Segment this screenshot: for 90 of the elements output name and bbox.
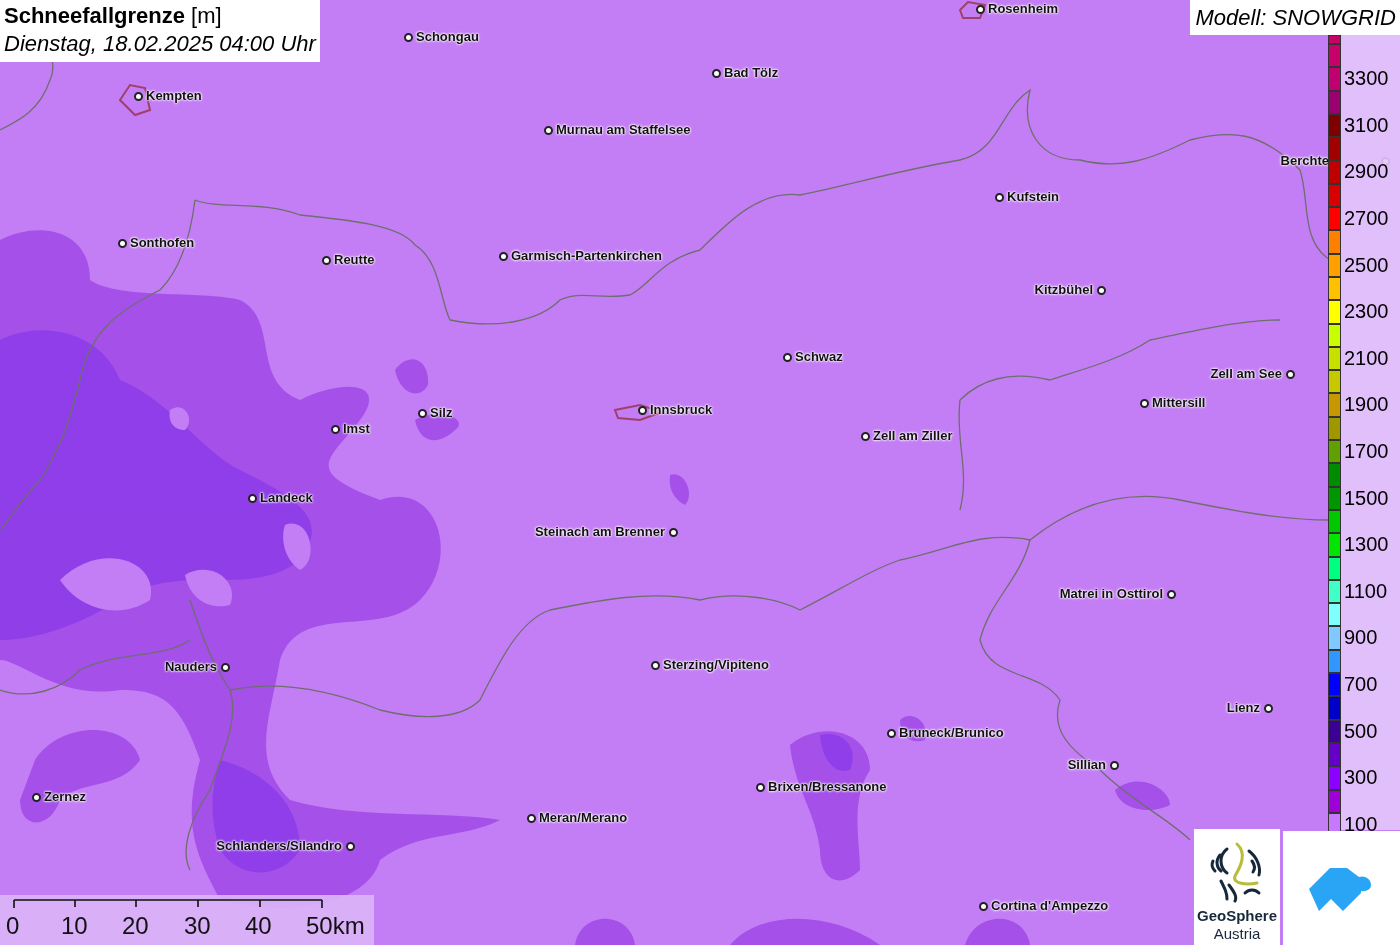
- city-label: Sterzing/Vipiteno: [663, 658, 769, 671]
- city-label: Berchte: [1280, 154, 1329, 167]
- logo-name: GeoSphere: [1197, 907, 1277, 925]
- legend-value: 2900: [1344, 159, 1389, 184]
- city-marker-icon: [134, 92, 143, 101]
- city-marker-icon: [651, 661, 660, 670]
- city-marker-icon: [1286, 370, 1295, 379]
- legend-value: 2500: [1344, 252, 1389, 277]
- city-label: Landeck: [260, 491, 313, 504]
- legend-value: 300: [1344, 765, 1378, 790]
- city-label: Bruneck/Brunico: [899, 726, 1004, 739]
- city-label: Kufstein: [1007, 190, 1059, 203]
- city-label: Innsbruck: [650, 403, 713, 416]
- scale-bar-icon: [13, 899, 323, 909]
- city-label: Zell am Ziller: [873, 429, 953, 442]
- legend-value: 1900: [1344, 392, 1389, 417]
- legend-value: 500: [1344, 718, 1378, 743]
- city-label: Kempten: [146, 89, 202, 102]
- city-label: Nauders: [164, 660, 217, 673]
- city-label: Imst: [343, 422, 370, 435]
- city-label: Bad Tölz: [724, 66, 779, 79]
- city-label: Rosenheim: [988, 2, 1059, 15]
- city-label: Sonthofen: [130, 236, 195, 249]
- city-marker-icon: [248, 494, 257, 503]
- city-label: Matrei in Osttirol: [1059, 587, 1163, 600]
- city-marker-icon: [861, 432, 870, 441]
- city-marker-icon: [756, 783, 765, 792]
- city-marker-icon: [544, 126, 553, 135]
- map-date: Dienstag, 18.02.2025 04:00 Uhr: [4, 30, 316, 58]
- legend-value: 100: [1344, 811, 1378, 836]
- city-label: Silz: [430, 406, 453, 419]
- city-marker-icon: [712, 69, 721, 78]
- city-label: Sillian: [1067, 758, 1106, 771]
- legend-value: 1100: [1344, 578, 1387, 603]
- city-marker-icon: [404, 33, 413, 42]
- city-marker-icon: [1140, 399, 1149, 408]
- legend-value: 2100: [1344, 345, 1389, 370]
- city-label: Schongau: [416, 30, 479, 43]
- city-label: Meran/Merano: [539, 811, 628, 824]
- city-label: Cortina d'Ampezzo: [991, 899, 1109, 912]
- legend-value: 1500: [1344, 485, 1389, 510]
- scale-label: 0: [6, 912, 20, 940]
- city-label: Schlanders/Silandro: [216, 839, 342, 852]
- city-marker-icon: [1264, 704, 1273, 713]
- city-marker-icon: [221, 663, 230, 672]
- legend-value: 900: [1344, 625, 1378, 650]
- city-label: Mittersill: [1152, 396, 1206, 409]
- city-label: Lienz: [1226, 701, 1260, 714]
- city-marker-icon: [995, 193, 1004, 202]
- city-label: Reutte: [334, 253, 375, 266]
- map-title: Schneefallgrenze [m]: [4, 2, 223, 30]
- city-marker-icon: [979, 902, 988, 911]
- legend-value: 2300: [1344, 299, 1389, 324]
- city-marker-icon: [887, 729, 896, 738]
- city-marker-icon: [331, 425, 340, 434]
- city-label: Schwaz: [795, 350, 843, 363]
- legend-value: 1700: [1344, 439, 1389, 464]
- model-label: Modell: SNOWGRID: [1189, 0, 1400, 35]
- scale-label: 10: [61, 912, 88, 940]
- city-marker-icon: [783, 353, 792, 362]
- scale-label: 30: [184, 912, 211, 940]
- legend-value: 1300: [1344, 532, 1389, 557]
- city-marker-icon: [1097, 286, 1106, 295]
- city-label: Brixen/Bressanone: [768, 780, 887, 793]
- city-marker-icon: [346, 842, 355, 851]
- city-marker-icon: [976, 5, 985, 14]
- city-marker-icon: [418, 409, 427, 418]
- city-label: Zernez: [44, 790, 86, 803]
- legend-value: 2700: [1344, 206, 1389, 231]
- legend-value: 3100: [1344, 112, 1389, 137]
- logo-subname: Austria: [1213, 925, 1261, 943]
- scale-label: 50km: [306, 912, 365, 940]
- city-marker-icon: [499, 252, 508, 261]
- city-marker-icon: [1167, 590, 1176, 599]
- city-marker-icon: [638, 406, 647, 415]
- city-label: Kitzbühel: [1034, 283, 1093, 296]
- city-label: Garmisch-Partenkirchen: [511, 249, 662, 262]
- legend-value: 3300: [1344, 66, 1389, 91]
- city-marker-icon: [32, 793, 41, 802]
- city-label: Zell am See: [1210, 367, 1282, 380]
- city-marker-icon: [118, 239, 127, 248]
- city-marker-icon: [527, 814, 536, 823]
- city-marker-icon: [669, 528, 678, 537]
- scale-label: 40: [245, 912, 272, 940]
- city-label: Steinach am Brenner: [534, 525, 665, 538]
- city-label: Murnau am Staffelsee: [556, 123, 691, 136]
- legend-value: 700: [1344, 672, 1378, 696]
- scale-label: 20: [122, 912, 149, 940]
- city-marker-icon: [322, 256, 331, 265]
- city-marker-icon: [1110, 761, 1119, 770]
